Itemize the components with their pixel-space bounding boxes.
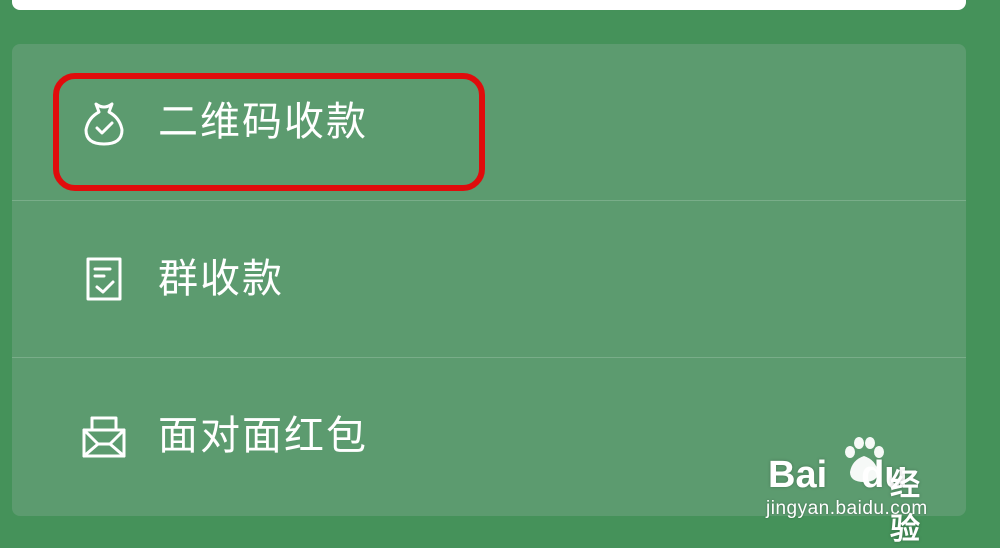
menu-item-group-payment[interactable]: 群收款	[12, 201, 966, 357]
watermark-brand: Bai du	[768, 454, 908, 496]
top-card	[12, 0, 966, 10]
highlight-annotation	[53, 73, 485, 191]
menu-item-label: 群收款	[158, 256, 284, 302]
baidu-jingyan-watermark: Bai du 经验 jingyan.baidu.com	[766, 436, 948, 547]
red-packet-icon	[76, 408, 132, 464]
watermark-url: jingyan.baidu.com	[766, 498, 928, 519]
baidu-paw-icon	[842, 436, 886, 490]
group-bill-icon	[76, 251, 132, 307]
menu-item-label: 面对面红包	[158, 413, 368, 459]
